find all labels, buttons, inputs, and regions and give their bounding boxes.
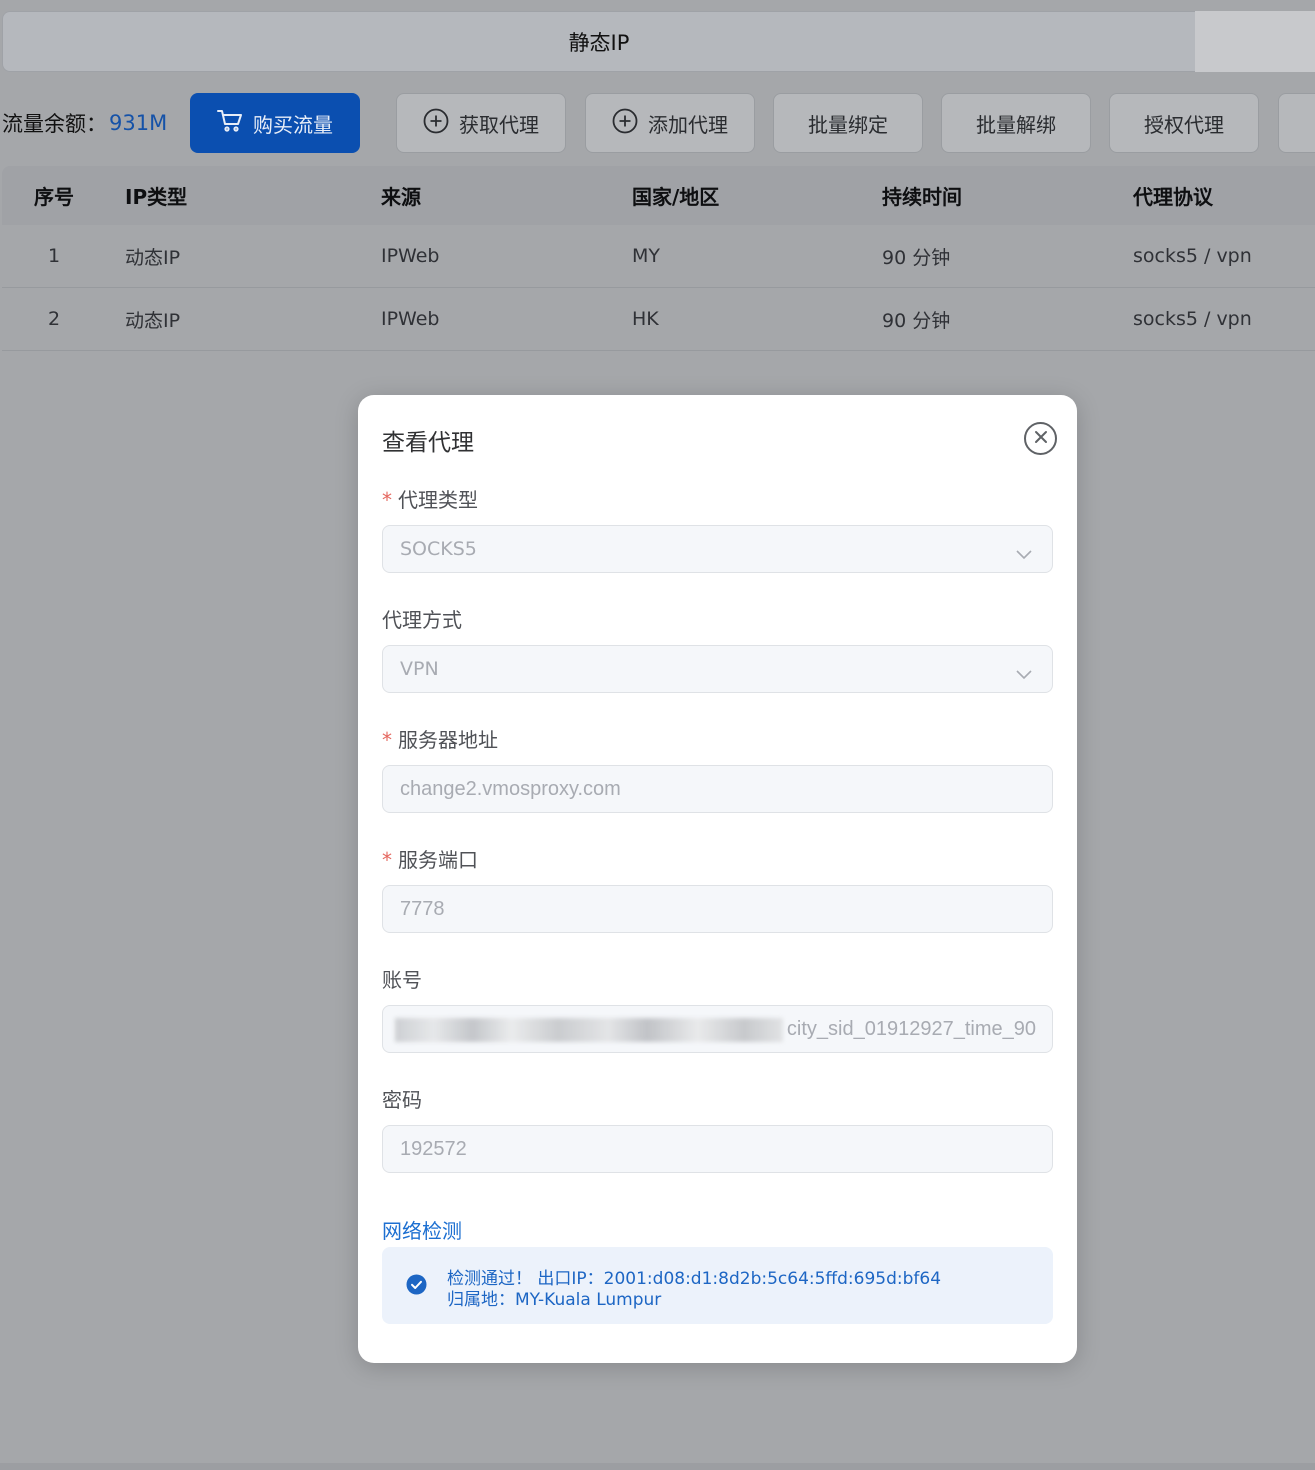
server-address-label: * 服务器地址 — [382, 724, 498, 753]
service-port-value: 7778 — [400, 897, 445, 920]
cell-protocol: socks5 / vpn — [1133, 245, 1252, 267]
account-label-text: 账号 — [382, 968, 422, 992]
chevron-down-icon — [1016, 543, 1032, 565]
proxy-type-label-text: 代理类型 — [398, 488, 478, 512]
buy-traffic-label: 购买流量 — [253, 112, 333, 137]
cell-protocol: socks5 / vpn — [1133, 308, 1252, 330]
proxy-type-select[interactable]: SOCKS5 — [382, 525, 1053, 573]
redacted-account-blur — [395, 1018, 783, 1042]
header-country: 国家/地区 — [632, 185, 720, 209]
required-mark: * — [382, 848, 392, 872]
batch-unbind-button[interactable]: 批量解绑 — [941, 93, 1091, 153]
required-mark: * — [382, 488, 392, 512]
proxy-mode-label: 代理方式 — [382, 604, 462, 633]
password-label: 密码 — [382, 1084, 422, 1113]
buy-traffic-button[interactable]: 购买流量 — [190, 93, 360, 153]
close-circle-icon — [1034, 429, 1048, 448]
proxy-type-value: SOCKS5 — [400, 538, 477, 560]
cell-ip-type: 动态IP — [125, 309, 181, 332]
network-check-result: 检测通过！ 出口IP：2001:d08:d1:8d2b:5c64:5ffd:69… — [382, 1247, 1053, 1324]
close-button[interactable] — [1024, 422, 1057, 455]
plus-circle-icon — [423, 108, 449, 139]
password-label-text: 密码 — [382, 1088, 422, 1112]
page-bottom-border — [0, 1463, 1315, 1470]
batch-unbind-label: 批量解绑 — [976, 112, 1056, 137]
required-mark: * — [382, 728, 392, 752]
table-header: 序号 IP类型 来源 国家/地区 持续时间 代理协议 — [2, 166, 1315, 225]
account-label: 账号 — [382, 964, 422, 993]
batch-bind-label: 批量绑定 — [808, 112, 888, 137]
header-duration: 持续时间 — [882, 185, 962, 209]
dialog-title: 查看代理 — [382, 430, 474, 456]
plus-circle-icon — [612, 108, 638, 139]
service-port-label-text: 服务端口 — [398, 848, 478, 872]
account-value: city_sid_01912927_time_90 — [786, 1017, 1036, 1040]
more-button[interactable] — [1278, 93, 1315, 153]
check-circle-icon — [406, 1274, 427, 1299]
top-tabs: 静态IP — [2, 11, 1315, 72]
account-input[interactable]: city_sid_01912927_time_90 — [382, 1005, 1053, 1053]
header-index: 序号 — [34, 185, 74, 209]
cell-index: 2 — [47, 308, 61, 330]
header-source: 来源 — [381, 185, 421, 209]
server-address-input[interactable]: change2.vmosproxy.com — [382, 765, 1053, 813]
server-address-value: change2.vmosproxy.com — [400, 777, 621, 800]
get-proxy-label: 获取代理 — [459, 112, 539, 137]
authorize-proxy-button[interactable]: 授权代理 — [1109, 93, 1259, 153]
password-value: 192572 — [400, 1137, 467, 1160]
cell-country: HK — [632, 308, 659, 330]
add-proxy-label: 添加代理 — [648, 112, 728, 137]
batch-bind-button[interactable]: 批量绑定 — [773, 93, 923, 153]
table-row[interactable]: 1 动态IP IPWeb MY 90 分钟 socks5 / vpn — [2, 225, 1315, 288]
header-ip-type: IP类型 — [125, 185, 188, 209]
add-proxy-button[interactable]: 添加代理 — [585, 93, 755, 153]
service-port-label: * 服务端口 — [382, 844, 478, 873]
traffic-balance: 流量余额： 931M — [2, 93, 167, 153]
cell-duration: 90 分钟 — [882, 309, 951, 332]
check-result-line-2: 归属地：MY-Kuala Lumpur — [447, 1290, 662, 1310]
tab-next[interactable] — [1195, 11, 1315, 72]
balance-value: 931M — [109, 111, 168, 135]
tab-static-ip[interactable]: 静态IP — [2, 11, 1195, 72]
header-protocol: 代理协议 — [1133, 185, 1213, 209]
cell-index: 1 — [47, 245, 61, 267]
cart-icon — [217, 109, 243, 138]
proxy-mode-label-text: 代理方式 — [382, 608, 462, 632]
authorize-proxy-label: 授权代理 — [1144, 112, 1224, 137]
proxy-mode-select[interactable]: VPN — [382, 645, 1053, 693]
password-input[interactable]: 192572 — [382, 1125, 1053, 1173]
cell-ip-type: 动态IP — [125, 246, 181, 269]
server-address-label-text: 服务器地址 — [398, 728, 498, 752]
network-check-link[interactable]: 网络检测 — [382, 1215, 462, 1244]
cell-source: IPWeb — [381, 308, 440, 330]
view-proxy-dialog: 查看代理 * 代理类型 SOCKS5 代理方式 VPN * 服务器地址 change… — [358, 395, 1077, 1363]
cell-duration: 90 分钟 — [882, 246, 951, 269]
get-proxy-button[interactable]: 获取代理 — [396, 93, 566, 153]
table-row[interactable]: 2 动态IP IPWeb HK 90 分钟 socks5 / vpn — [2, 288, 1315, 351]
proxy-mode-value: VPN — [400, 658, 439, 680]
proxy-type-label: * 代理类型 — [382, 484, 478, 513]
cell-country: MY — [632, 245, 660, 267]
chevron-down-icon — [1016, 663, 1032, 685]
toolbar: 流量余额： 931M 购买流量 获取代理 添加代理 批量绑定 批量解绑 授权代理 — [0, 93, 1315, 153]
balance-label: 流量余额： — [2, 112, 107, 136]
cell-source: IPWeb — [381, 245, 440, 267]
proxy-table: 序号 IP类型 来源 国家/地区 持续时间 代理协议 1 动态IP IPWeb … — [2, 166, 1315, 351]
service-port-input[interactable]: 7778 — [382, 885, 1053, 933]
